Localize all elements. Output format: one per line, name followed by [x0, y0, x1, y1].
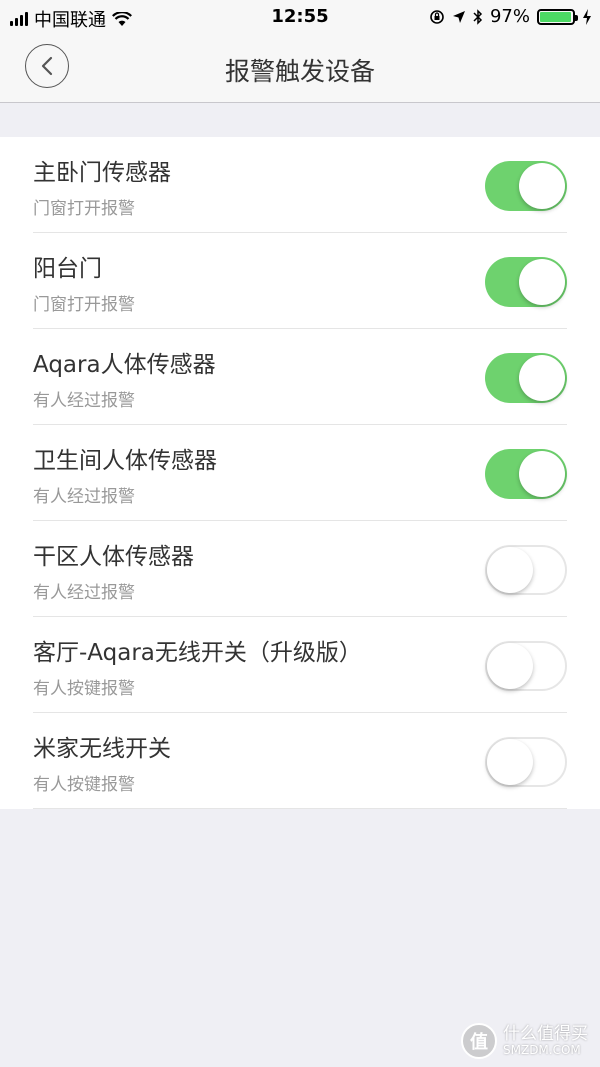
- charging-icon: [583, 8, 591, 25]
- navigation-bar: 报警触发设备: [0, 32, 600, 103]
- status-bar: 中国联通 12:55 97%: [0, 0, 600, 32]
- battery-icon: [537, 8, 578, 25]
- toggle-knob: [487, 643, 533, 689]
- device-name: 卫生间人体传感器: [33, 448, 217, 474]
- device-row: 卫生间人体传感器有人经过报警: [0, 425, 600, 521]
- alarm-toggle[interactable]: [485, 545, 567, 595]
- device-name: 干区人体传感器: [33, 544, 194, 570]
- alarm-toggle[interactable]: [485, 257, 567, 307]
- alarm-toggle[interactable]: [485, 449, 567, 499]
- device-trigger: 门窗打开报警: [33, 199, 135, 219]
- page-title: 报警触发设备: [224, 57, 375, 86]
- watermark-text: 什么值得买 SMZDM.COM: [503, 1025, 588, 1057]
- watermark: 值 什么值得买 SMZDM.COM: [461, 1023, 588, 1059]
- alarm-toggle[interactable]: [485, 641, 567, 691]
- watermark-text-en: SMZDM.COM: [503, 1042, 581, 1057]
- status-right: 97%: [429, 6, 592, 27]
- device-name: 客厅-Aqara无线开关（升级版）: [33, 640, 362, 666]
- device-row: 米家无线开关有人按键报警: [0, 713, 600, 809]
- toggle-knob: [519, 163, 565, 209]
- device-trigger: 门窗打开报警: [33, 295, 135, 315]
- location-icon: [452, 10, 465, 23]
- toggle-knob: [519, 451, 565, 497]
- alarm-toggle[interactable]: [485, 161, 567, 211]
- device-name: Aqara人体传感器: [33, 352, 216, 378]
- toggle-knob: [487, 547, 533, 593]
- toggle-knob: [519, 259, 565, 305]
- device-trigger: 有人按键报警: [33, 775, 135, 795]
- device-row: 客厅-Aqara无线开关（升级版） 有人按键报警: [0, 617, 600, 713]
- device-trigger: 有人经过报警: [33, 583, 135, 603]
- alarm-toggle[interactable]: [485, 353, 567, 403]
- device-name: 主卧门传感器: [33, 160, 171, 186]
- device-row: Aqara人体传感器有人经过报警: [0, 329, 600, 425]
- alarm-toggle[interactable]: [485, 737, 567, 787]
- device-name: 阳台门: [33, 256, 102, 282]
- battery-fill: [540, 11, 572, 22]
- device-trigger: 有人按键报警: [33, 679, 135, 699]
- toggle-knob: [519, 355, 565, 401]
- row-divider: [33, 808, 567, 809]
- device-row: 阳台门 门窗打开报警: [0, 233, 600, 329]
- toggle-knob: [487, 739, 533, 785]
- device-row: 干区人体传感器有人经过报警: [0, 521, 600, 617]
- device-trigger: 有人经过报警: [33, 391, 135, 411]
- device-list: 主卧门传感器 门窗打开报警 阳台门 门窗打开报警 Aqara人体传感器 有人经过报警 卫生间…: [0, 137, 600, 809]
- device-row: 主卧门传感器门窗打开报警: [0, 137, 600, 233]
- watermark-logo: 值: [461, 1023, 497, 1059]
- device-name: 米家无线开关: [33, 736, 171, 762]
- watermark-text-cn: 什么值得买: [503, 1024, 588, 1045]
- device-trigger: 有人经过报警: [33, 487, 135, 507]
- rotation-lock-icon: [430, 9, 444, 24]
- battery-percent: 97%: [489, 6, 530, 27]
- bluetooth-icon: [473, 8, 483, 25]
